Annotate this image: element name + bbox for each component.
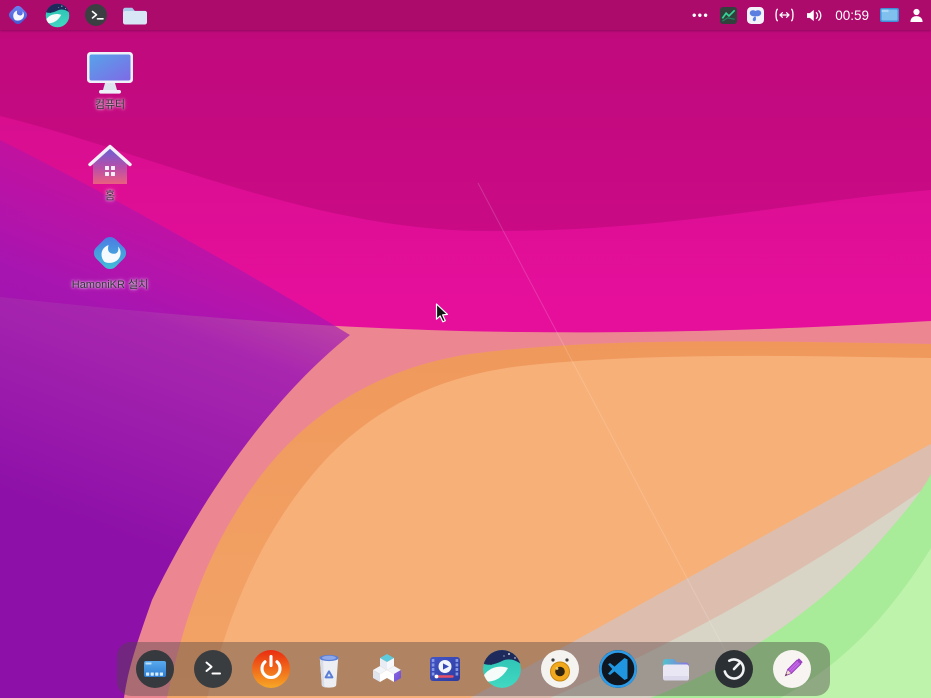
text-editor-pencil-icon xyxy=(772,649,812,689)
power-icon xyxy=(251,649,291,689)
whale-browser-icon xyxy=(482,649,522,689)
trash-icon xyxy=(309,649,349,689)
input-method-tray-icon[interactable] xyxy=(746,1,765,29)
desktop-icon-label: HamoniKR 설치 xyxy=(72,279,148,291)
panel-launchers xyxy=(0,1,150,29)
dock xyxy=(117,642,830,696)
desktop-screen: ••• xyxy=(0,0,931,698)
dock-text-editor[interactable] xyxy=(772,649,812,689)
gauge-icon xyxy=(714,649,754,689)
dock-gauge-monitor[interactable] xyxy=(714,649,754,689)
desktop-icon-hamonikr-installer[interactable]: HamoniKR 설치 xyxy=(58,230,162,291)
file-manager-icon xyxy=(656,649,696,689)
dock-trash[interactable] xyxy=(309,649,349,689)
tray-overflow-button[interactable]: ••• xyxy=(690,1,711,29)
dock-package-manager[interactable] xyxy=(367,649,407,689)
system-graph-tray-icon[interactable] xyxy=(719,1,738,29)
desktop-icon-computer[interactable]: 컴퓨터 xyxy=(58,50,162,111)
vscode-icon xyxy=(598,649,638,689)
whale-browser-icon xyxy=(45,3,70,28)
network-tray-icon[interactable] xyxy=(773,1,796,29)
dock-power[interactable] xyxy=(251,649,291,689)
desktop-icon-label: 홈 xyxy=(105,190,115,202)
whale-browser-launcher[interactable] xyxy=(42,1,72,29)
terminal-launcher[interactable] xyxy=(81,1,111,29)
file-manager-icon xyxy=(122,5,148,26)
dock-vscode[interactable] xyxy=(598,649,638,689)
user-tray-icon[interactable] xyxy=(908,1,925,29)
system-tray: ••• xyxy=(690,1,931,29)
mouse-cursor xyxy=(435,303,451,324)
dock-whale-browser[interactable] xyxy=(482,649,522,689)
video-player-icon xyxy=(425,649,465,689)
home-icon xyxy=(86,143,134,187)
hamonikr-menu-icon xyxy=(5,2,31,28)
desktop-icon-home[interactable]: 홈 xyxy=(58,143,162,202)
desktop-icon-label: 컴퓨터 xyxy=(95,99,125,111)
hamonikr-installer-icon xyxy=(87,230,133,276)
clock[interactable]: 00:59 xyxy=(833,8,871,23)
dock-file-manager[interactable] xyxy=(656,649,696,689)
show-desktop-icon xyxy=(135,649,175,689)
top-panel: ••• xyxy=(0,0,931,30)
terminal-icon xyxy=(84,3,108,27)
computer-icon xyxy=(84,50,136,96)
dock-video-player[interactable] xyxy=(425,649,465,689)
dock-show-desktop[interactable] xyxy=(135,649,175,689)
dock-camera[interactable] xyxy=(540,649,580,689)
camera-icon xyxy=(540,649,580,689)
volume-tray-icon[interactable] xyxy=(804,1,825,29)
dock-terminal[interactable] xyxy=(193,649,233,689)
terminal-icon xyxy=(193,649,233,689)
file-manager-launcher[interactable] xyxy=(120,1,150,29)
display-tray-icon[interactable] xyxy=(879,1,900,29)
package-cubes-icon xyxy=(367,649,407,689)
menu-button[interactable] xyxy=(3,1,33,29)
